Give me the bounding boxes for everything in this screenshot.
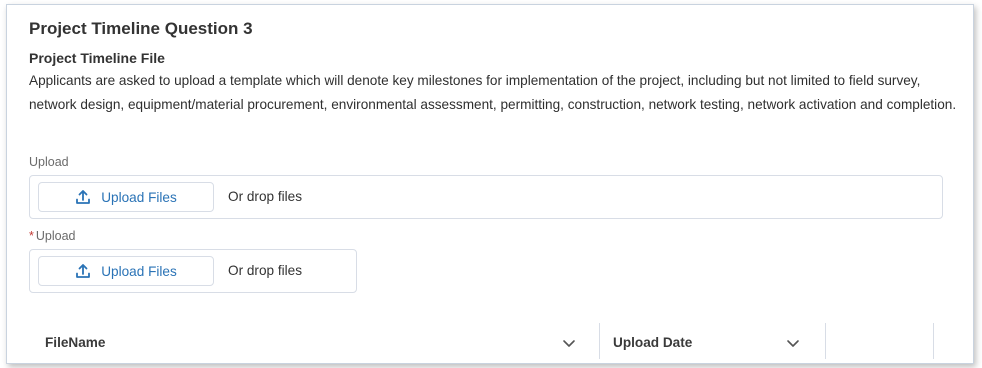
column-header-label: FileName [45,334,106,350]
chevron-down-icon[interactable] [562,336,576,350]
section-subtitle: Project Timeline File [29,50,165,66]
section-title: Project Timeline Question 3 [29,19,253,38]
required-marker: * [29,229,34,243]
column-divider[interactable] [599,323,600,359]
column-header-label: Upload Date [613,334,693,350]
upload-icon [75,263,91,279]
upload-label-text: Upload [35,229,76,243]
column-divider [933,323,934,359]
upload-icon [75,189,91,205]
drop-files-text: Or drop files [228,189,303,204]
required-upload-dropzone[interactable]: Upload Files Or drop files [29,249,357,293]
required-upload-field-label: * Upload [29,229,76,243]
drop-files-text: Or drop files [228,263,303,278]
upload-files-label: Upload Files [101,189,177,205]
upload-label-text: Upload [29,155,69,169]
column-divider[interactable] [825,323,826,359]
upload-files-button[interactable]: Upload Files [38,256,214,286]
upload-files-label: Upload Files [101,263,177,279]
files-table-header: FileName Upload Date [29,321,934,363]
project-timeline-panel: Project Timeline Question 3 Project Time… [6,4,974,364]
column-header-filename[interactable]: FileName [45,321,105,363]
column-header-upload-date[interactable]: Upload Date [613,321,692,363]
upload-dropzone[interactable]: Upload Files Or drop files [29,175,943,219]
upload-field-label: Upload [29,155,69,169]
section-description: Applicants are asked to upload a templat… [29,73,957,112]
upload-files-button[interactable]: Upload Files [38,182,214,212]
chevron-down-icon[interactable] [786,336,800,350]
